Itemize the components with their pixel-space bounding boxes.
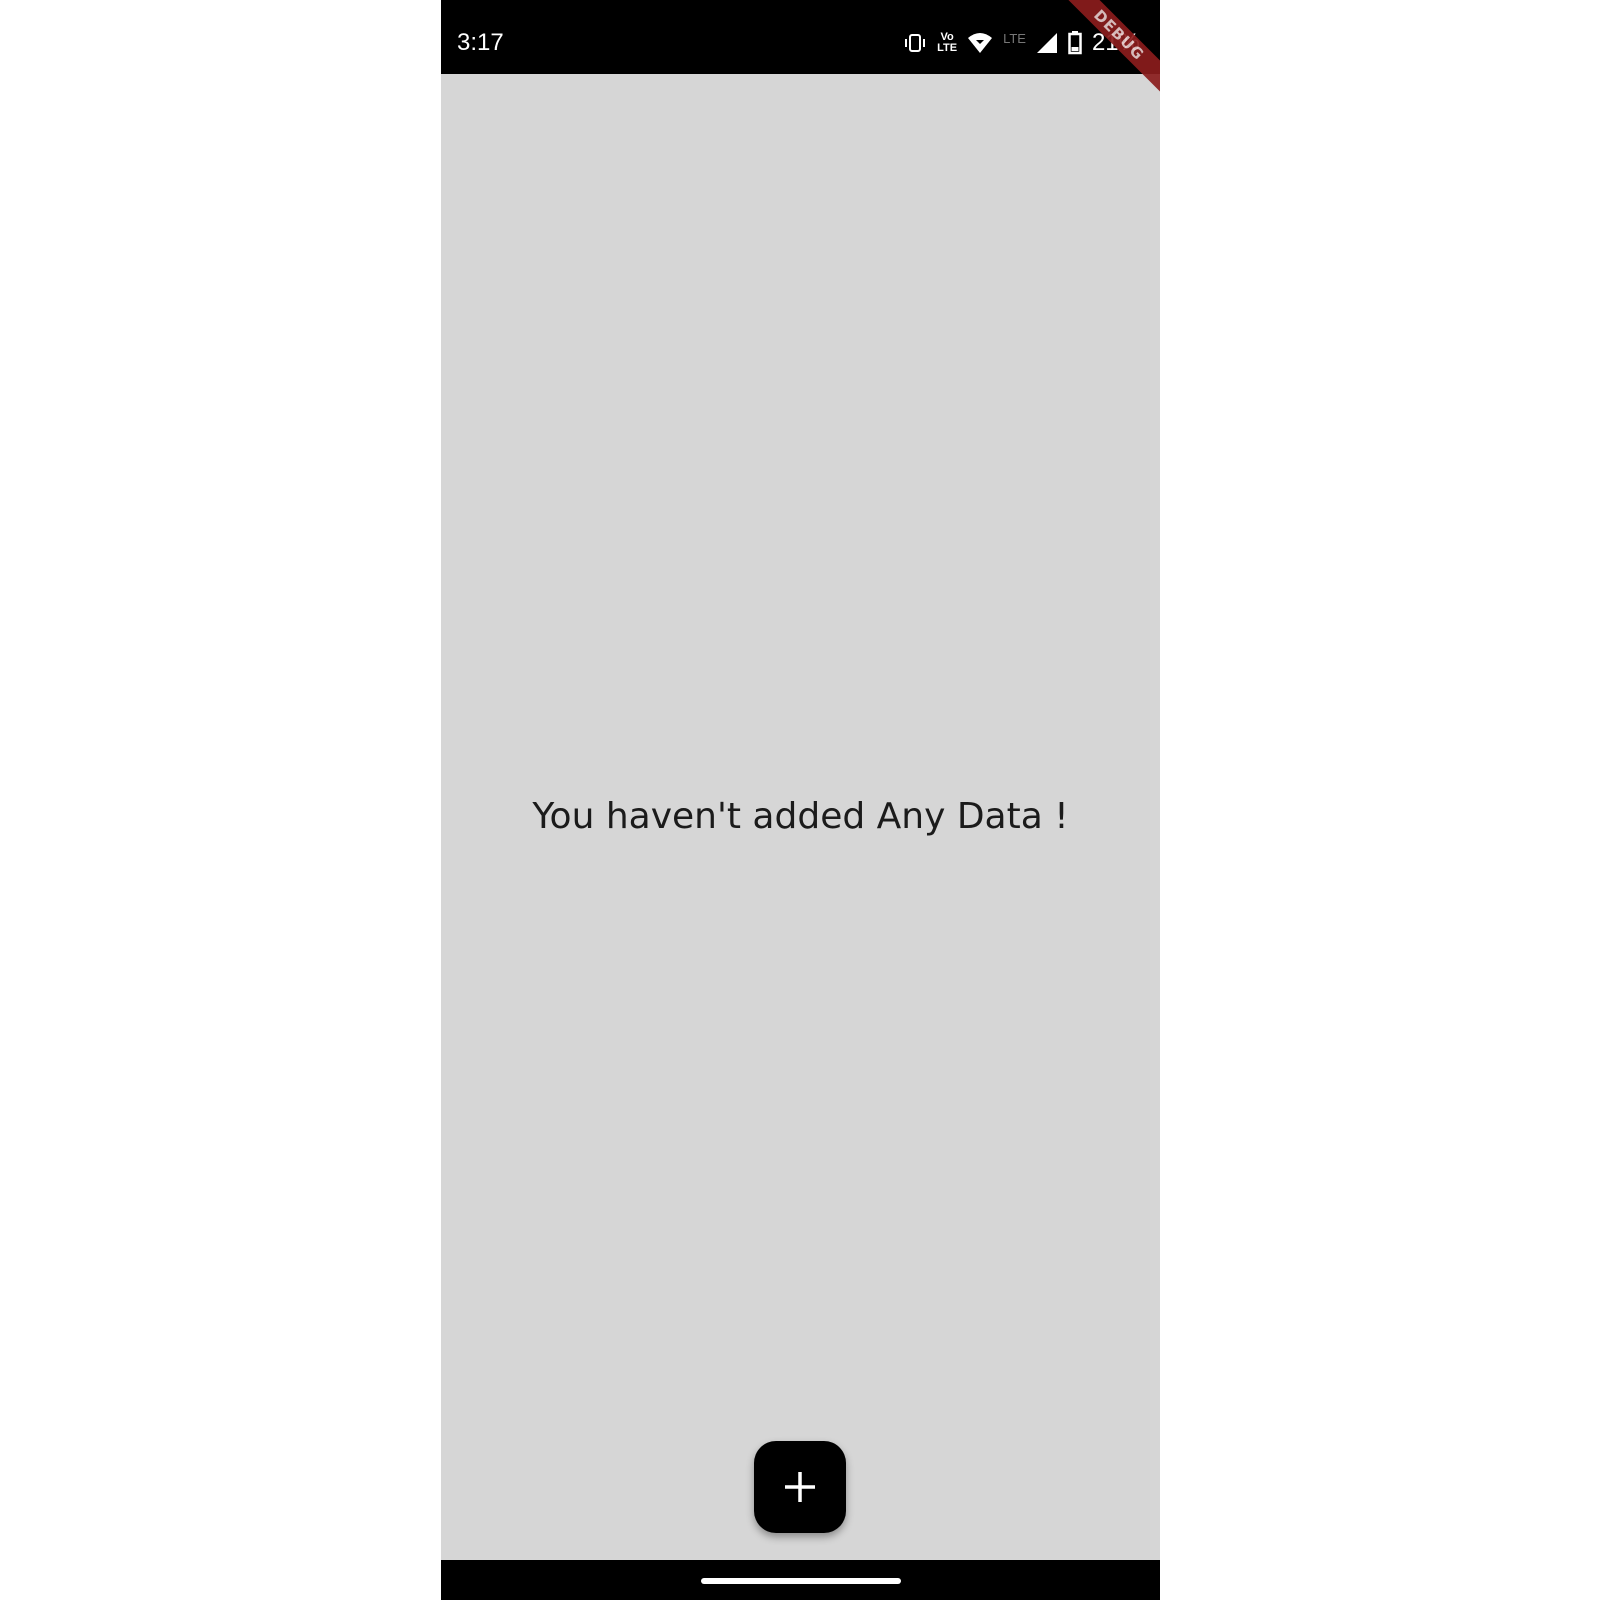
wifi-icon: [967, 31, 993, 55]
status-time: 3:17: [457, 29, 504, 56]
phone-screen: 3:17 Vo LTE LTE DEBUG You haven't added …: [441, 0, 1160, 1600]
empty-state-message: You haven't added Any Data !: [532, 796, 1069, 837]
vibrate-icon: [903, 31, 927, 55]
status-bar: 3:17 Vo LTE LTE DEBUG: [441, 0, 1160, 96]
network-type-label: LTE: [1003, 30, 1026, 46]
home-indicator[interactable]: [701, 1578, 901, 1584]
volte-icon: Vo LTE: [937, 32, 957, 54]
plus-icon: [785, 1472, 815, 1502]
battery-icon: [1068, 31, 1082, 55]
volte-bottom-label: LTE: [937, 42, 958, 54]
cell-signal-icon: [1036, 32, 1058, 54]
navigation-bar: [441, 1560, 1160, 1600]
add-data-button[interactable]: [754, 1441, 846, 1533]
